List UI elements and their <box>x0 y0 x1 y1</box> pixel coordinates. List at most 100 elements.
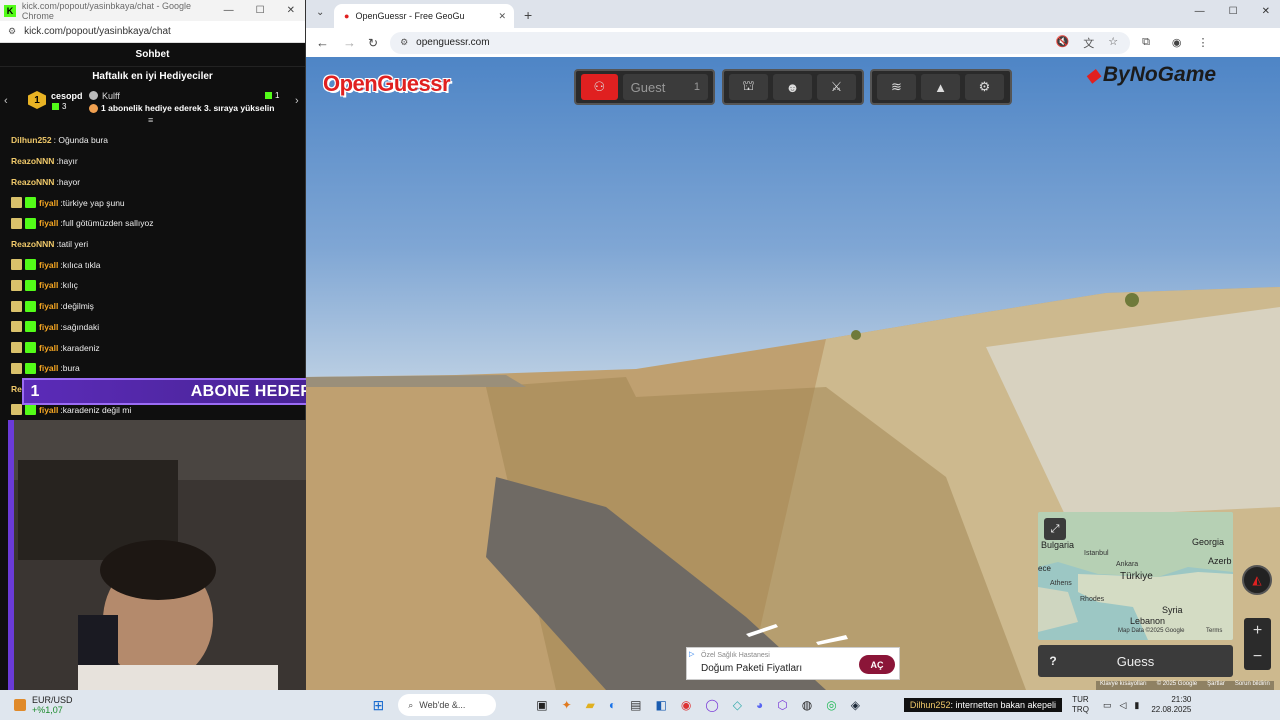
openguessr-logo[interactable]: OpenGuessr <box>323 71 451 97</box>
compass-button[interactable]: ◭ <box>1242 565 1272 595</box>
collapse-menu-icon[interactable]: ≡ <box>148 115 153 125</box>
bookmark-star-icon[interactable]: ☆ <box>1108 35 1118 51</box>
chat-username[interactable]: fiyall <box>39 405 58 415</box>
copilot-icon[interactable]: ✦ <box>562 698 572 712</box>
minimize-icon[interactable]: — <box>1195 6 1205 17</box>
maximize-icon[interactable]: ☐ <box>256 5 265 16</box>
file-explorer-icon[interactable]: ▰ <box>586 698 595 712</box>
reload-icon[interactable]: ↻ <box>368 36 378 50</box>
close-icon[interactable]: ✕ <box>287 5 295 16</box>
leaderboard-button[interactable]: ⛫ <box>729 74 768 100</box>
ad-choices-icon[interactable]: ▷ <box>689 650 694 658</box>
sponsor-logo[interactable]: ◆ ByNoGame <box>1086 63 1216 87</box>
mute-icon[interactable]: 🔇 <box>1055 35 1069 51</box>
chat-username[interactable]: ReazoNNN <box>11 239 54 249</box>
window-controls[interactable]: — ☐ ✕ <box>1195 6 1270 17</box>
steam-icon[interactable]: ◈ <box>851 698 860 712</box>
extensions-icon[interactable]: ⧉ <box>1142 36 1150 49</box>
edge-icon[interactable]: ◐ <box>609 698 616 712</box>
back-icon[interactable]: ← <box>316 35 329 50</box>
app-dark-icon[interactable]: ◍ <box>802 698 812 712</box>
chat-username[interactable]: fiyall <box>39 280 58 290</box>
address-bar[interactable]: ⚙ openguessr.com 🔇 文 ☆ <box>390 31 1131 54</box>
translate-icon[interactable]: 文 <box>1083 35 1094 51</box>
guess-button[interactable]: Guess <box>1068 654 1203 669</box>
top-gifter-name[interactable]: cesopd <box>51 91 83 101</box>
tab-search-icon[interactable]: ⌄ <box>316 7 324 18</box>
app-hex-icon[interactable]: ⬡ <box>777 698 787 712</box>
tab-title: OpenGuessr - Free GeoGu <box>355 11 465 21</box>
subscriber-badge-icon <box>11 342 22 354</box>
zoom-in-icon[interactable]: + <box>1253 622 1262 640</box>
window-controls[interactable]: — ☐ ✕ <box>224 5 305 16</box>
app-gem-icon[interactable]: ◇ <box>733 698 742 712</box>
chat-username[interactable]: fiyall <box>39 198 58 208</box>
chat-username[interactable]: fiyall <box>39 260 58 270</box>
zoom-out-icon[interactable]: − <box>1253 648 1262 666</box>
map-layers-button[interactable]: ≋ <box>877 74 916 100</box>
second-gifter-name[interactable]: Kulff <box>102 91 120 101</box>
chat-text: türkiye yap şunu <box>62 197 125 208</box>
battery-icon[interactable]: ▮ <box>1134 700 1139 711</box>
outlook-icon[interactable]: ◧ <box>655 698 666 712</box>
chat-username[interactable]: fiyall <box>39 218 58 228</box>
chat-username[interactable]: Re <box>11 384 22 394</box>
monitor-icon[interactable]: ▭ <box>1103 700 1112 711</box>
minimize-icon[interactable]: — <box>224 5 234 16</box>
chat-message: ReazoNNN: hayor <box>0 172 306 193</box>
volume-icon[interactable]: ◁ <box>1119 700 1126 711</box>
start-button-icon[interactable]: ⊞ <box>373 697 385 714</box>
kick-url-bar[interactable]: ⚙ kick.com/popout/yasinbkaya/chat <box>0 21 305 43</box>
add-player-button[interactable]: ⚇ <box>581 74 618 100</box>
site-info-icon[interactable]: ⚙ <box>400 37 408 48</box>
multiplayer-button[interactable]: ☻ <box>773 74 812 100</box>
clock[interactable]: 21:30 22.08.2025 <box>1151 695 1191 715</box>
tab-close-icon[interactable]: ✕ <box>498 11 506 22</box>
profile-icon[interactable]: ◉ <box>1172 36 1182 49</box>
chrome-icon[interactable]: ◉ <box>681 698 691 712</box>
battle-button[interactable]: ⚔ <box>817 74 856 100</box>
spotify-icon[interactable]: ◎ <box>826 698 836 712</box>
gifter-badge-icon <box>25 259 36 271</box>
chat-username[interactable]: ReazoNNN <box>11 156 54 166</box>
app-circle-icon[interactable]: ◯ <box>705 698 718 712</box>
chat-username[interactable]: fiyall <box>39 322 58 332</box>
ad-open-button[interactable]: AÇ <box>859 655 895 674</box>
prev-arrow-icon[interactable]: ‹ <box>4 95 8 107</box>
taskbar-search[interactable]: ⌕ Web'de &... <box>398 694 497 716</box>
chat-username[interactable]: ReazoNNN <box>11 177 54 187</box>
menu-icon[interactable]: ⋮ <box>1198 36 1209 49</box>
chat-username[interactable]: fiyall <box>39 363 58 373</box>
keyboard-shortcuts-link[interactable]: Klavye kısayolları <box>1100 681 1147 690</box>
guess-minimap[interactable]: ⤢ Bulgaria Istanbul Ankara Türkiye Georg… <box>1038 512 1233 640</box>
map-expand-button[interactable]: ⤢ <box>1044 518 1066 540</box>
input-language[interactable]: TUR TRQ <box>1072 695 1089 715</box>
system-tray[interactable]: ▭ ◁ ▮ <box>1103 700 1139 711</box>
openguessr-game[interactable]: OpenGuessr ◆ ByNoGame ⚇ Guest 1 ⛫ ☻ ⚔ ≋ … <box>306 57 1280 690</box>
top-gifter-count: 3 <box>62 102 67 111</box>
learn-button[interactable]: ▲ <box>921 74 960 100</box>
chat-username[interactable]: fiyall <box>39 343 58 353</box>
close-icon[interactable]: ✕ <box>1262 6 1270 17</box>
new-tab-button[interactable]: + <box>524 7 532 23</box>
weather-widget-icon[interactable] <box>14 699 26 711</box>
site-info-icon[interactable]: ⚙ <box>8 26 16 37</box>
terms-link[interactable]: Şartlar <box>1207 681 1225 690</box>
store-icon[interactable]: ▤ <box>630 698 641 712</box>
maximize-icon[interactable]: ☐ <box>1229 6 1238 17</box>
discord-icon[interactable]: ◕ <box>756 698 763 712</box>
report-problem-link[interactable]: Sorun bildirin <box>1235 681 1270 690</box>
tab-openguessr[interactable]: ● OpenGuessr - Free GeoGu ✕ <box>334 4 514 28</box>
player-name-field[interactable]: Guest 1 <box>622 74 708 100</box>
task-view-icon[interactable]: ▣ <box>536 698 547 712</box>
next-arrow-icon[interactable]: › <box>295 95 299 107</box>
settings-button[interactable]: ⚙ <box>965 74 1004 100</box>
ad-banner[interactable]: ▷ Özel Sağlık Hastanesi Doğum Paketi Fiy… <box>686 647 900 680</box>
ticker-widget[interactable]: EUR/USD +%1,07 <box>32 695 73 715</box>
bynogame-icon: ◆ <box>1086 64 1100 85</box>
subscriber-badge-icon <box>11 321 22 333</box>
map-terms-link[interactable]: Terms <box>1206 628 1222 634</box>
forward-icon[interactable]: → <box>343 35 356 50</box>
chat-username[interactable]: fiyall <box>39 301 58 311</box>
help-button[interactable]: ? <box>1038 654 1068 668</box>
